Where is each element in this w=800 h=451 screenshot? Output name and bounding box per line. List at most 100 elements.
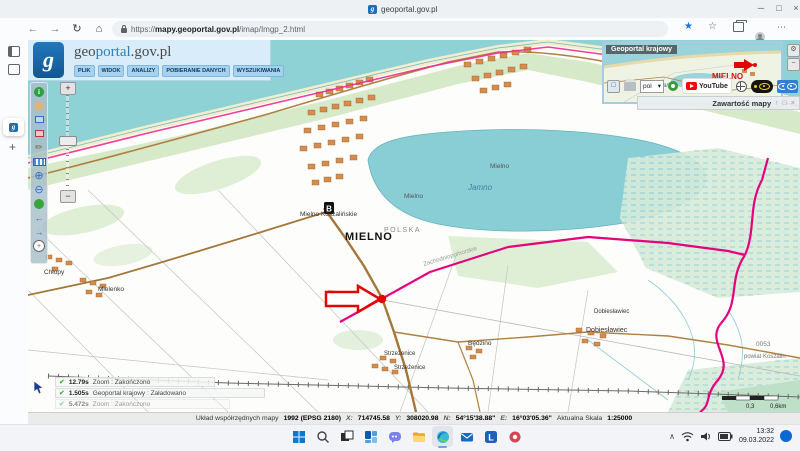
overview-map[interactable]: MIELNO Jamno Geoportal krajowy (602, 41, 783, 104)
wifi-icon[interactable] (681, 431, 694, 442)
refresh-icon[interactable]: ↻ (70, 22, 84, 36)
address-bar[interactable]: https://mapy.geoportal.gov.pl/imap/Imgp_… (112, 21, 668, 37)
bookmark-star-icon[interactable]: ★ (684, 21, 693, 32)
tab-list-icon[interactable] (8, 64, 20, 75)
task-view-icon[interactable] (336, 426, 357, 447)
browser-tab[interactable]: g geoportal.gov.pl (368, 2, 437, 16)
search-icon[interactable] (312, 426, 333, 447)
zoom-out-tool[interactable]: ⊖ (32, 183, 46, 196)
svg-text:Mielenko: Mielenko (98, 286, 124, 293)
pan-tool[interactable] (32, 99, 46, 112)
crs-value: 1992 (EPSG 2180) (284, 415, 341, 422)
zoom-window-tool[interactable] (32, 113, 46, 126)
panel-close-icon[interactable]: × (791, 100, 795, 107)
selected-point-marker[interactable] (378, 295, 386, 303)
svg-text:Będzino: Będzino (468, 340, 492, 347)
active-vertical-tab[interactable]: g (3, 118, 24, 136)
svg-text:Strzeżenice: Strzeżenice (394, 365, 426, 371)
panel-toggle-button[interactable] (785, 80, 798, 93)
n-value: 54°15'38.88" (456, 415, 496, 422)
speaker-icon[interactable] (700, 431, 712, 442)
close-button[interactable]: × (789, 1, 800, 15)
menu-widok[interactable]: WIDOK (98, 65, 125, 77)
taskbar-center-icons: L (288, 426, 525, 447)
status-text: Zoom : Zakończono (93, 379, 150, 386)
contrast-mode-button[interactable] (751, 80, 773, 93)
svg-text:0,3: 0,3 (746, 404, 755, 410)
overview-collapse-icon[interactable]: − (787, 58, 800, 71)
pinned-app-icon[interactable] (504, 426, 525, 447)
home-icon[interactable]: ⌂ (92, 22, 106, 36)
status-time: 1.505s (69, 390, 89, 397)
taskbar-clock[interactable]: 13:32 09.03.2022 (739, 427, 774, 445)
y-value: 308020.98 (406, 415, 438, 422)
measure-tool[interactable] (32, 155, 46, 168)
menu-pobieranie-danych[interactable]: POBIERANIE DANYCH (162, 65, 229, 77)
add-favorite-icon[interactable]: ☆ (708, 21, 717, 32)
back-icon[interactable]: ← (26, 22, 40, 36)
map-contents-label: Zawartość mapy (712, 99, 771, 108)
mail-icon[interactable] (456, 426, 477, 447)
collections-icon[interactable] (733, 22, 744, 32)
maximize-button[interactable]: □ (772, 1, 786, 15)
svg-text:POLSKA: POLSKA (384, 227, 421, 234)
browser-titlebar: g geoportal.gov.pl ─ □ × (0, 0, 800, 18)
start-button[interactable] (288, 426, 309, 447)
zoom-minus-button[interactable]: − (60, 190, 76, 203)
top-button-row: □ pol▾ YouTube (607, 78, 790, 94)
language-select[interactable]: pol▾ (640, 80, 664, 93)
overview-settings-icon[interactable]: ⚙ (787, 44, 800, 57)
zoom-plus-button[interactable]: + (60, 82, 76, 95)
center-view-tool[interactable]: + (32, 239, 46, 252)
scale-value: 1:25000 (607, 415, 632, 422)
print-icon[interactable] (624, 82, 636, 91)
status-message-row: ✔ 12.79s Zoom : Zakończono (55, 377, 215, 387)
check-icon: ✔ (59, 389, 65, 397)
hidden-icons-chevron[interactable]: ∧ (669, 432, 675, 441)
map-contents-panel-header[interactable]: Zawartość mapy ↑ □ × (637, 96, 800, 110)
panel-pin-icon[interactable]: ↑ (775, 100, 779, 107)
forward-icon[interactable]: → (48, 22, 62, 36)
youtube-button[interactable]: YouTube (682, 78, 732, 94)
check-icon: ✔ (59, 400, 65, 408)
accessibility-globe-icon[interactable] (736, 81, 747, 92)
draw-tool[interactable]: ✏ (32, 141, 46, 154)
zoom-in-tool[interactable]: ⊕ (32, 169, 46, 182)
svg-text:Mielno Koszalińskie: Mielno Koszalińskie (300, 211, 357, 218)
vertical-tabs-toggle-icon[interactable] (8, 46, 20, 57)
more-menu-icon[interactable]: ⋯ (777, 22, 786, 33)
n-label: N: (444, 415, 451, 422)
crosshair-icon: + (33, 240, 45, 252)
status-ring-icon[interactable] (668, 81, 678, 91)
battery-icon[interactable] (718, 432, 733, 441)
notification-badge[interactable] (780, 430, 792, 442)
widgets-icon[interactable] (360, 426, 381, 447)
l-app-icon[interactable]: L (480, 426, 501, 447)
minimize-button[interactable]: ─ (754, 1, 768, 15)
chat-icon[interactable] (384, 426, 405, 447)
new-tab-button[interactable]: + (9, 140, 16, 154)
yellow-eye-icon (759, 83, 770, 90)
zoom-slider-handle[interactable] (59, 136, 77, 146)
full-extent-tool[interactable] (32, 197, 46, 210)
menu-wyszukiwania[interactable]: WYSZUKIWANIA (233, 65, 285, 77)
geoportal-logo[interactable]: g (33, 42, 64, 78)
x-label: X: (346, 415, 353, 422)
identify-tool[interactable]: i (32, 85, 46, 98)
file-explorer-icon[interactable] (408, 426, 429, 447)
menu-analizy[interactable]: ANALIZY (127, 65, 159, 77)
lock-icon (121, 28, 127, 33)
menu-plik[interactable]: PLIK (74, 65, 95, 77)
next-view-tool[interactable]: → (32, 225, 46, 238)
clear-selection-tool[interactable] (32, 127, 46, 140)
edge-browser-icon[interactable] (432, 426, 453, 447)
previous-view-tool[interactable]: ← (32, 211, 46, 224)
x-value: 714745.58 (358, 415, 390, 422)
youtube-label: YouTube (699, 83, 728, 90)
edge-vertical-tabs-sidebar: g + (0, 40, 29, 424)
panel-maximize-icon[interactable]: □ (783, 100, 787, 107)
magnifier-minus-icon: ⊖ (34, 183, 43, 196)
grid-panel-icon[interactable]: □ (607, 80, 620, 93)
pencil-icon: ✏ (35, 142, 43, 153)
arrow-right-icon: → (35, 227, 44, 237)
